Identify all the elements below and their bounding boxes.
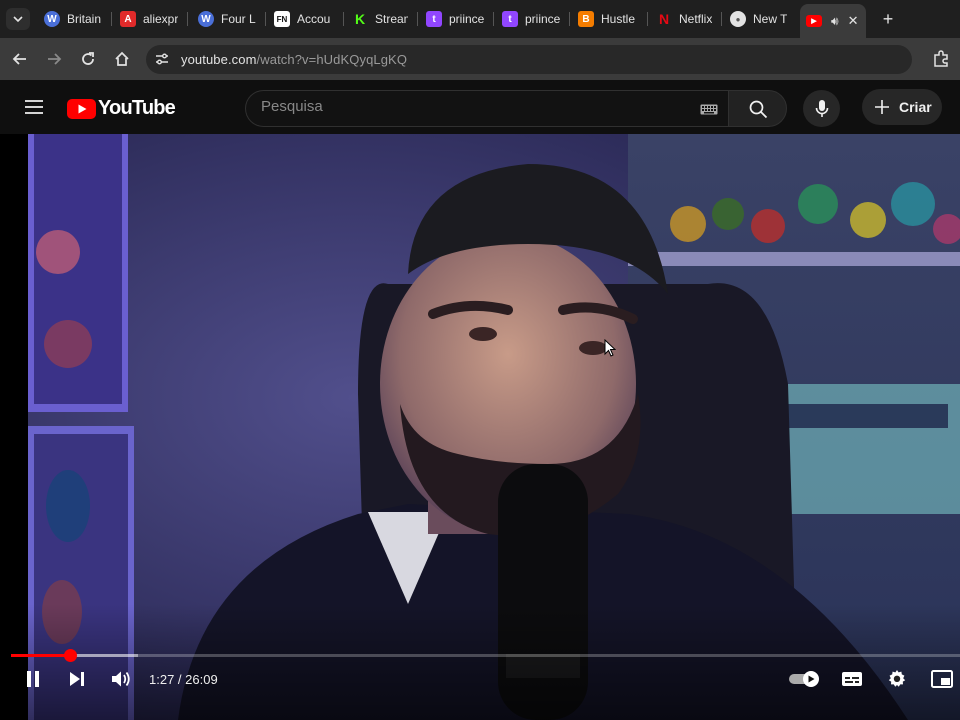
new-tab-button[interactable]: + xyxy=(878,9,898,29)
chrome-icon: ● xyxy=(730,11,746,27)
netflix-icon: N xyxy=(658,11,670,27)
url-text[interactable]: youtube.com/watch?v=hUdKQyqLgKQ xyxy=(181,52,407,67)
subtitles-button[interactable] xyxy=(840,668,864,690)
search-button[interactable] xyxy=(728,90,787,127)
site-info-icon[interactable] xyxy=(154,51,170,72)
search-input[interactable]: Pesquisa xyxy=(261,98,323,115)
settings-button[interactable] xyxy=(886,668,908,690)
gear-icon xyxy=(888,670,906,687)
arrow-left-icon xyxy=(12,53,26,65)
browser-tab[interactable]: Aaliexpr xyxy=(114,6,184,32)
pause-icon xyxy=(27,671,39,687)
guide-menu-button[interactable] xyxy=(24,99,44,120)
plus-icon xyxy=(875,100,889,114)
puzzle-icon xyxy=(934,50,948,67)
blogger-icon: B xyxy=(578,11,594,27)
tab-search-button[interactable] xyxy=(6,8,30,30)
search-icon xyxy=(749,100,767,118)
autoplay-toggle[interactable] xyxy=(788,670,822,688)
mouse-cursor xyxy=(604,338,617,362)
reload-button[interactable] xyxy=(76,47,100,71)
miniplayer-button[interactable] xyxy=(930,668,954,690)
browser-tab[interactable]: B Hustle xyxy=(572,6,644,32)
twitch-icon: t xyxy=(426,11,442,27)
browser-tab-title: priince xyxy=(525,12,560,26)
mute-button[interactable] xyxy=(110,668,132,690)
url-host: youtube.com xyxy=(181,52,257,67)
browser-tab[interactable]: ● New T xyxy=(724,6,794,32)
controls-gradient xyxy=(0,604,960,720)
browser-tab-title: priince xyxy=(449,12,484,26)
browser-tab-title: Accou xyxy=(297,12,331,26)
progress-scrubber[interactable] xyxy=(63,649,77,662)
audio-playing-icon[interactable]: 🔊︎ xyxy=(831,14,839,29)
chevron-down-icon xyxy=(13,16,23,23)
fn-icon: FN xyxy=(274,11,290,27)
hamburger-menu-icon xyxy=(25,100,43,114)
browser-tab-title: Netflix xyxy=(679,12,712,26)
home-icon xyxy=(115,51,129,66)
youtube-logo[interactable]: YouTube xyxy=(67,97,176,120)
wikipedia-icon: W xyxy=(198,11,214,27)
browser-tab[interactable]: t priince xyxy=(496,6,566,32)
time-display: 1:27 / 26:09 xyxy=(149,672,218,687)
miniplayer-icon xyxy=(931,670,953,688)
aliexpress-icon: A xyxy=(120,11,136,27)
back-button[interactable] xyxy=(8,47,32,71)
browser-tab-title: Britain xyxy=(67,12,102,26)
pause-button[interactable] xyxy=(22,668,44,690)
twitch-icon: t xyxy=(502,11,518,27)
extensions-button[interactable] xyxy=(929,47,953,71)
browser-tab-title: Hustle xyxy=(601,12,636,26)
youtube-icon: ▶ xyxy=(806,15,822,27)
kick-icon: K xyxy=(354,11,366,27)
create-label: Criar xyxy=(899,99,932,115)
browser-tab[interactable]: K Stream xyxy=(346,6,414,32)
wikipedia-icon: W xyxy=(44,11,60,27)
browser-tab[interactable]: t priince xyxy=(420,6,490,32)
tab-separator xyxy=(265,12,266,26)
skip-next-icon xyxy=(70,672,84,686)
tab-separator xyxy=(493,12,494,26)
browser-tab[interactable]: ▶ 🔊︎ ✕ xyxy=(800,4,866,38)
tab-separator xyxy=(187,12,188,26)
browser-tab[interactable]: W Britain xyxy=(38,6,108,32)
microphone-icon xyxy=(815,99,828,117)
tab-separator xyxy=(343,12,344,26)
home-button[interactable] xyxy=(110,47,134,71)
browser-tab-title: aliexpr xyxy=(143,12,178,26)
tab-separator xyxy=(111,12,112,26)
progress-played xyxy=(11,654,70,657)
browser-tab-title: Four L xyxy=(221,12,256,26)
browser-tab[interactable]: FN Accou xyxy=(268,6,340,32)
forward-button[interactable] xyxy=(42,47,66,71)
youtube-logo-text: YouTube xyxy=(98,97,176,119)
tab-separator xyxy=(417,12,418,26)
tab-separator xyxy=(721,12,722,26)
url-path: /watch?v=hUdKQyqLgKQ xyxy=(256,52,408,67)
arrow-right-icon xyxy=(48,53,62,65)
browser-tab-title: New T xyxy=(753,12,788,26)
youtube-play-logo-icon xyxy=(67,98,96,119)
browser-tab[interactable]: W Four L xyxy=(192,6,262,32)
reload-icon xyxy=(82,52,94,65)
progress-bar[interactable] xyxy=(11,654,960,657)
close-tab-icon[interactable]: ✕ xyxy=(848,13,859,29)
keyboard-icon[interactable] xyxy=(700,102,718,120)
create-button[interactable]: Criar xyxy=(862,89,942,125)
tab-separator xyxy=(569,12,570,26)
autoplay-toggle-icon xyxy=(789,671,819,687)
volume-icon xyxy=(112,671,130,687)
browser-tab-title: Stream xyxy=(375,12,408,26)
next-button[interactable] xyxy=(66,668,88,690)
browser-tab[interactable]: N Netflix xyxy=(650,6,718,32)
video-player[interactable]: 1:27 / 26:09 xyxy=(0,134,960,720)
voice-search-button[interactable] xyxy=(803,90,840,127)
tab-separator xyxy=(647,12,648,26)
subtitles-icon xyxy=(842,672,862,686)
